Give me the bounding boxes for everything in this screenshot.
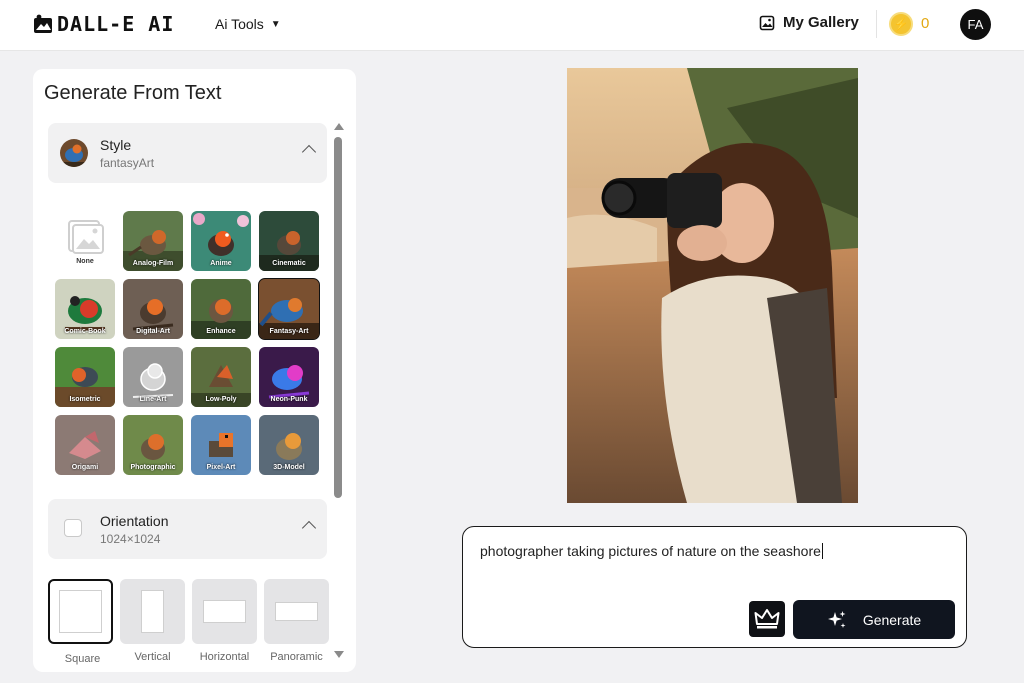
style-label: Line-Art — [139, 396, 167, 403]
top-header: DALL-E AI Ai Tools ▼ My Gallery ⚡ 0 FA — [0, 0, 1024, 51]
style-label: 3D-Model — [273, 464, 305, 471]
style-selected-value: fantasyArt — [100, 156, 155, 170]
orientation-label: Square — [64, 653, 101, 665]
orientation-option-square[interactable]: Square — [48, 579, 113, 665]
orientation-accordion-title: Orientation — [100, 513, 169, 529]
style-option-comic-book[interactable]: Comic-Book — [55, 279, 115, 339]
style-option-photographic[interactable]: Photographic — [123, 415, 183, 475]
style-label: Neon-Punk — [270, 396, 308, 403]
style-accordion-title: Style — [100, 137, 132, 153]
panel-title: Generate From Text — [44, 82, 222, 104]
style-option-none[interactable]: None — [55, 211, 115, 271]
text-caret — [821, 543, 823, 559]
user-avatar[interactable]: FA — [960, 9, 991, 40]
horizontal-shape — [203, 600, 246, 623]
style-option-anime[interactable]: Anime — [191, 211, 251, 271]
style-option-analog-film[interactable]: Analog-Film — [123, 211, 183, 271]
style-label: Pixel-Art — [206, 464, 236, 471]
scroll-thumb[interactable] — [334, 137, 342, 498]
generated-image-illustration — [567, 68, 858, 503]
style-option-low-poly[interactable]: Low-Poly — [191, 347, 251, 407]
ai-tools-label: Ai Tools — [215, 16, 264, 32]
orientation-option-vertical[interactable]: Vertical — [120, 579, 185, 663]
style-option-enhance[interactable]: Enhance — [191, 279, 251, 339]
premium-crown-button[interactable] — [749, 601, 785, 637]
generate-panel: Generate From Text Style fantasyArt None… — [33, 69, 356, 672]
chevron-up-icon — [301, 144, 317, 160]
crown-icon — [754, 609, 780, 629]
panoramic-shape — [275, 602, 318, 621]
lightning-coin-icon: ⚡ — [889, 12, 913, 36]
style-label: Origami — [71, 464, 99, 471]
logo[interactable]: DALL-E AI — [33, 12, 174, 36]
style-option-isometric[interactable]: Isometric — [55, 347, 115, 407]
generated-image[interactable] — [567, 68, 858, 503]
style-option-fantasy-art[interactable]: Fantasy-Art — [258, 278, 320, 340]
orientation-label: Horizontal — [199, 651, 250, 663]
panel-scrollbar[interactable] — [333, 123, 344, 663]
orientation-square-icon — [64, 519, 82, 537]
style-option-origami[interactable]: Origami — [55, 415, 115, 475]
square-shape — [59, 590, 102, 633]
styles-grid: None Analog-Film Anime Cinematic Comic-B… — [55, 211, 321, 475]
header-divider — [876, 10, 877, 38]
prompt-box: photographer taking pictures of nature o… — [462, 526, 967, 648]
style-option-cinematic[interactable]: Cinematic — [259, 211, 319, 271]
scroll-down-arrow-icon[interactable] — [334, 651, 344, 658]
chevron-up-icon — [301, 520, 317, 536]
style-label: Analog-Film — [132, 260, 174, 267]
prompt-input[interactable]: photographer taking pictures of nature o… — [480, 543, 950, 559]
caret-down-icon: ▼ — [270, 18, 281, 30]
ai-tools-dropdown[interactable]: Ai Tools ▼ — [215, 16, 281, 32]
style-option-digital-art[interactable]: Digital-Art — [123, 279, 183, 339]
style-label: Cinematic — [272, 260, 306, 267]
style-option-3d-model[interactable]: 3D-Model — [259, 415, 319, 475]
style-label: Anime — [210, 260, 232, 267]
gallery-icon — [759, 15, 775, 30]
logo-icon — [34, 14, 52, 33]
orientation-option-horizontal[interactable]: Horizontal — [192, 579, 257, 663]
my-gallery-link[interactable]: My Gallery — [759, 14, 859, 31]
orientation-options: Square Vertical Horizontal Panoramic — [48, 579, 329, 665]
style-label: None — [76, 258, 94, 265]
style-label: Low-Poly — [205, 396, 237, 403]
style-label: Isometric — [69, 396, 101, 403]
style-option-neon-punk[interactable]: Neon-Punk — [259, 347, 319, 407]
style-option-line-art[interactable]: Line-Art — [123, 347, 183, 407]
orientation-accordion[interactable]: Orientation 1024×1024 — [48, 499, 327, 559]
style-label: Photographic — [130, 464, 176, 471]
generate-button[interactable]: Generate — [793, 600, 955, 639]
style-accordion[interactable]: Style fantasyArt — [48, 123, 327, 183]
orientation-label: Vertical — [134, 651, 171, 663]
generate-label: Generate — [862, 611, 922, 628]
orientation-label: Panoramic — [270, 651, 323, 663]
style-label: Comic-Book — [64, 328, 106, 335]
prompt-text: photographer taking pictures of nature o… — [480, 543, 821, 559]
scroll-up-arrow-icon[interactable] — [334, 123, 344, 130]
style-label: Fantasy-Art — [269, 328, 309, 335]
style-option-pixel-art[interactable]: Pixel-Art — [191, 415, 251, 475]
style-label: Enhance — [206, 328, 236, 335]
credits-count: 0 — [921, 15, 930, 32]
orientation-option-panoramic[interactable]: Panoramic — [264, 579, 329, 663]
vertical-shape — [141, 590, 164, 633]
style-label: Digital-Art — [136, 328, 170, 335]
logo-text: DALL-E AI — [57, 12, 175, 36]
my-gallery-label: My Gallery — [783, 14, 859, 31]
sparkles-icon — [827, 610, 846, 628]
orientation-selected-value: 1024×1024 — [100, 532, 161, 546]
style-thumbnail — [60, 139, 88, 167]
